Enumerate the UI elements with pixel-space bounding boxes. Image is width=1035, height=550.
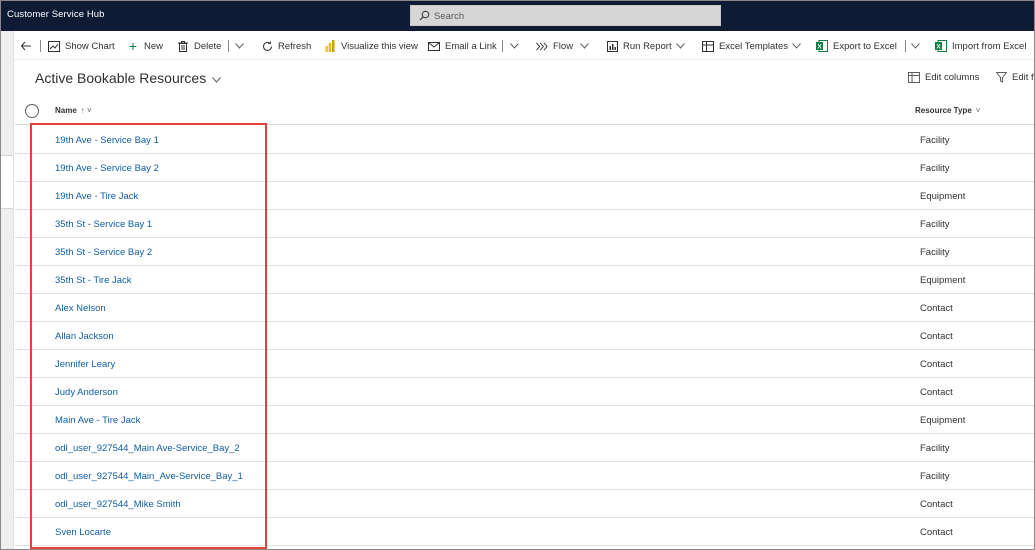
flow-button[interactable]: Flow bbox=[536, 32, 573, 60]
new-button[interactable]: + New bbox=[127, 32, 163, 60]
top-bar: Customer Service Hub Search bbox=[1, 1, 1034, 31]
resource-type-cell: Facility bbox=[920, 135, 950, 146]
mail-icon bbox=[428, 40, 440, 52]
grid-header: Name ↑ ˅ Resource Type ˅ bbox=[15, 97, 1034, 125]
chevron-down-icon bbox=[676, 43, 685, 49]
resource-type-cell: Facility bbox=[920, 163, 950, 174]
excel-import-icon: X bbox=[935, 40, 947, 52]
svg-text:X: X bbox=[817, 44, 822, 51]
trash-icon bbox=[177, 40, 189, 52]
edit-columns-label: Edit columns bbox=[925, 72, 980, 83]
resource-type-cell: Facility bbox=[920, 471, 950, 482]
search-icon bbox=[419, 10, 430, 21]
column-type-label: Resource Type bbox=[915, 106, 972, 115]
resource-type-cell: Contact bbox=[920, 359, 953, 370]
export-excel-chevron[interactable] bbox=[911, 32, 920, 60]
resource-type-cell: Equipment bbox=[920, 415, 966, 426]
resource-type-cell: Facility bbox=[920, 443, 950, 454]
delete-label: Delete bbox=[194, 40, 222, 52]
refresh-icon bbox=[261, 40, 273, 52]
resource-type-cell: Contact bbox=[920, 499, 953, 510]
view-title: Active Bookable Resources bbox=[35, 70, 207, 86]
email-link-label: Email a Link bbox=[445, 40, 497, 52]
run-report-label: Run Report bbox=[623, 40, 672, 52]
svg-text:X: X bbox=[936, 44, 941, 51]
divider bbox=[502, 40, 503, 52]
resource-type-cell: Contact bbox=[920, 527, 953, 538]
run-report-button[interactable]: Run Report bbox=[606, 32, 672, 60]
command-bar: Show Chart + New Delete Refresh Visualiz… bbox=[14, 32, 1034, 60]
resource-type-cell: Facility bbox=[920, 247, 950, 258]
edit-columns-button[interactable]: Edit columns bbox=[908, 72, 979, 83]
search-box[interactable]: Search bbox=[410, 5, 721, 26]
chevron-down-icon: ˅ bbox=[975, 106, 981, 115]
chevron-down-icon bbox=[510, 43, 519, 49]
site-map-strip bbox=[1, 31, 14, 549]
resource-type-cell: Facility bbox=[920, 219, 950, 230]
flow-menu-chevron[interactable] bbox=[580, 32, 589, 60]
column-name-label: Name bbox=[55, 106, 77, 115]
chevron-down-icon bbox=[212, 70, 222, 86]
chevron-down-icon bbox=[235, 43, 244, 49]
new-label: New bbox=[144, 40, 164, 52]
email-link-button[interactable]: Email a Link bbox=[428, 32, 497, 60]
divider bbox=[905, 40, 906, 52]
resource-type-cell: Contact bbox=[920, 303, 953, 314]
back-button[interactable] bbox=[20, 32, 32, 60]
power-bi-icon bbox=[324, 40, 336, 52]
select-all-checkbox[interactable] bbox=[25, 104, 39, 118]
show-chart-button[interactable]: Show Chart bbox=[48, 32, 115, 60]
import-excel-button[interactable]: X Import from Excel bbox=[935, 32, 1026, 60]
site-map-selected-item[interactable] bbox=[1, 155, 13, 209]
resource-type-cell: Equipment bbox=[920, 191, 966, 202]
resource-type-cell: Equipment bbox=[920, 275, 966, 286]
divider bbox=[40, 40, 41, 52]
column-header-name[interactable]: Name ↑ ˅ bbox=[55, 106, 92, 115]
sort-ascending-icon: ↑ ˅ bbox=[80, 106, 92, 115]
flow-icon bbox=[536, 40, 548, 52]
report-icon bbox=[606, 40, 618, 52]
back-arrow-icon bbox=[20, 41, 31, 51]
plus-icon: + bbox=[128, 38, 138, 54]
chart-icon bbox=[48, 40, 60, 52]
delete-button[interactable]: Delete bbox=[177, 32, 221, 60]
show-chart-label: Show Chart bbox=[65, 40, 115, 52]
divider bbox=[228, 40, 229, 52]
search-input[interactable]: Search bbox=[434, 11, 464, 22]
flow-label: Flow bbox=[553, 40, 574, 52]
more-email-options[interactable] bbox=[510, 32, 519, 60]
resource-type-cell: Contact bbox=[920, 387, 953, 398]
highlight-box bbox=[30, 123, 267, 549]
app-window: Customer Service Hub Search Show Chart +… bbox=[0, 0, 1035, 550]
visualize-view-button[interactable]: Visualize this view bbox=[324, 32, 418, 60]
view-selector[interactable]: Active Bookable Resources bbox=[35, 70, 222, 86]
refresh-label: Refresh bbox=[278, 40, 312, 52]
resource-type-cell: Contact bbox=[920, 331, 953, 342]
app-title[interactable]: Customer Service Hub bbox=[7, 9, 105, 20]
column-header-resource-type[interactable]: Resource Type ˅ bbox=[915, 106, 980, 115]
excel-templates-chevron[interactable] bbox=[792, 32, 801, 60]
edit-filters-button[interactable]: Edit f bbox=[996, 72, 1034, 83]
chevron-down-icon bbox=[792, 43, 801, 49]
excel-templates-label: Excel Templates bbox=[719, 40, 788, 52]
chevron-down-icon bbox=[911, 43, 920, 49]
filter-icon bbox=[996, 72, 1007, 83]
edit-filters-label: Edit f bbox=[1012, 72, 1034, 83]
import-excel-label: Import from Excel bbox=[952, 40, 1027, 52]
visualize-label: Visualize this view bbox=[341, 40, 418, 52]
excel-template-icon bbox=[702, 40, 714, 52]
more-delete-options[interactable] bbox=[235, 32, 244, 60]
export-excel-label: Export to Excel bbox=[833, 40, 897, 52]
run-report-chevron[interactable] bbox=[676, 32, 685, 60]
chevron-down-icon bbox=[580, 43, 589, 49]
excel-icon: X bbox=[816, 40, 828, 52]
export-excel-button[interactable]: X Export to Excel bbox=[816, 32, 897, 60]
excel-templates-button[interactable]: Excel Templates bbox=[702, 32, 788, 60]
columns-icon bbox=[908, 72, 920, 83]
refresh-button[interactable]: Refresh bbox=[261, 32, 311, 60]
